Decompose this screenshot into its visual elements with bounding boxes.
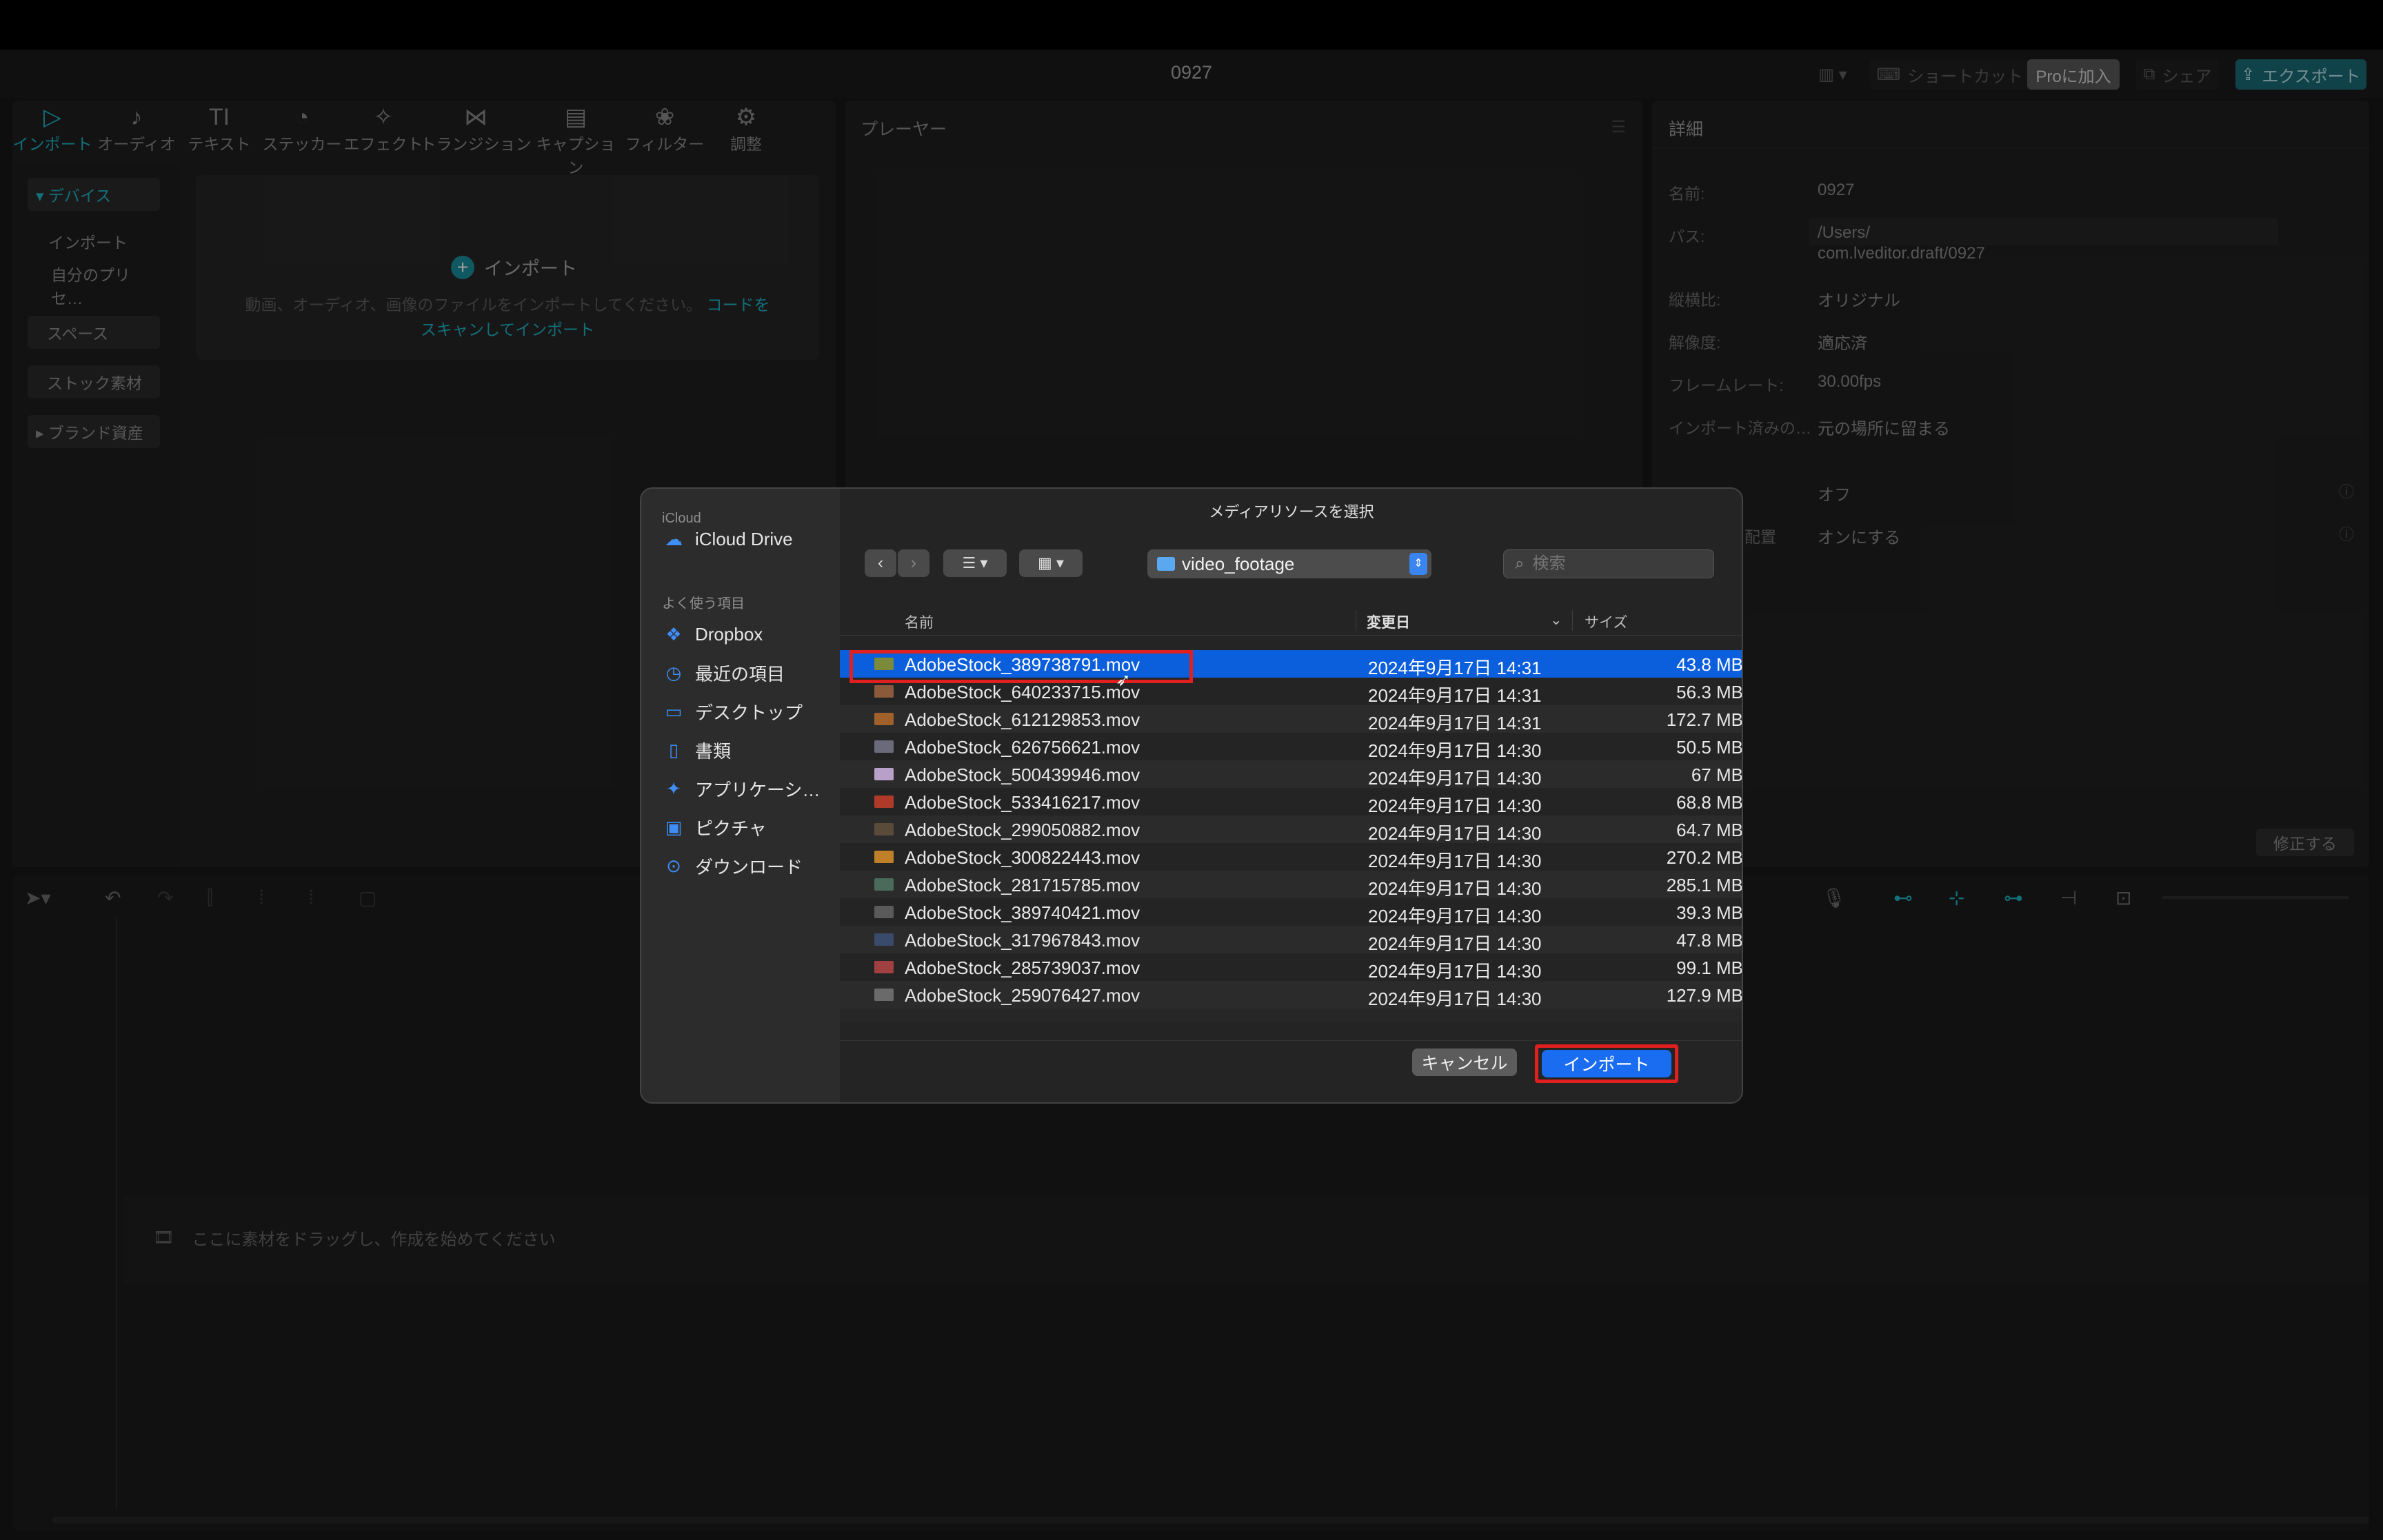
file-row[interactable]: AdobeStock_317967843.mov 2024年9月17日 14:3… bbox=[840, 926, 1742, 954]
back-button[interactable]: ‹ bbox=[865, 549, 896, 577]
sidebar-item-recents[interactable]: ◷ 最近の項目 bbox=[662, 656, 785, 690]
video-thumbnail bbox=[874, 878, 894, 891]
search-icon: ⌕ bbox=[1515, 554, 1525, 573]
grid-icon: ▦ ▾ bbox=[1038, 554, 1064, 571]
cancel-button[interactable]: キャンセル bbox=[1412, 1048, 1517, 1076]
sidebar-item-applications[interactable]: ✦ アプリケーシ… bbox=[662, 771, 820, 806]
column-header: 名前 変更日 ⌄ サイズ bbox=[840, 605, 1742, 636]
file-row[interactable]: AdobeStock_626756621.mov 2024年9月17日 14:3… bbox=[840, 733, 1742, 761]
video-thumbnail bbox=[874, 796, 894, 808]
forward-button[interactable]: › bbox=[898, 549, 929, 577]
chevron-right-icon: › bbox=[911, 554, 916, 572]
video-thumbnail bbox=[874, 823, 894, 835]
desktop-icon: ▭ bbox=[665, 700, 683, 722]
video-thumbnail bbox=[874, 768, 894, 780]
highlight-selected-file bbox=[849, 650, 1193, 683]
video-thumbnail bbox=[874, 906, 894, 918]
grid-view-button[interactable]: ▦ ▾ bbox=[1019, 549, 1083, 577]
sidebar-item-downloads[interactable]: ⊙ ダウンロード bbox=[662, 849, 803, 883]
menu-bar bbox=[0, 0, 2383, 50]
file-row-partial[interactable] bbox=[840, 1009, 1742, 1022]
document-icon: ▯ bbox=[668, 739, 679, 760]
sidebar-item-desktop[interactable]: ▭ デスクトップ bbox=[662, 694, 803, 729]
favorites-header: よく使う項目 bbox=[662, 596, 745, 611]
dialog-main: メディアリソースを選択 ‹ › ☰ ▾ ▦ ▾ video_footage ⇕ … bbox=[840, 489, 1742, 1102]
sort-chevron-icon: ⌄ bbox=[1550, 612, 1562, 628]
file-row[interactable]: AdobeStock_389740421.mov 2024年9月17日 14:3… bbox=[840, 898, 1742, 926]
file-list: AdobeStock_389738791.mov 2024年9月17日 14:3… bbox=[840, 650, 1742, 1035]
video-thumbnail bbox=[874, 989, 894, 1001]
video-thumbnail bbox=[874, 713, 894, 725]
video-thumbnail bbox=[874, 685, 894, 698]
video-thumbnail bbox=[874, 961, 894, 973]
column-name[interactable]: 名前 bbox=[905, 611, 934, 632]
search-input[interactable] bbox=[1531, 554, 1686, 574]
list-icon: ☰ ▾ bbox=[962, 554, 988, 571]
dropbox-icon: ❖ bbox=[665, 623, 682, 645]
file-row[interactable]: AdobeStock_259076427.mov 2024年9月17日 14:3… bbox=[840, 981, 1742, 1009]
file-row[interactable]: AdobeStock_299050882.mov 2024年9月17日 14:3… bbox=[840, 815, 1742, 844]
sidebar-item-icloud-drive[interactable]: ☁ iCloud Drive bbox=[662, 522, 793, 556]
video-thumbnail bbox=[874, 933, 894, 946]
video-thumbnail bbox=[874, 851, 894, 863]
sidebar-item-pictures[interactable]: ▣ ピクチャ bbox=[662, 810, 767, 844]
updown-chevron-icon: ⇕ bbox=[1409, 553, 1427, 575]
applications-icon: ✦ bbox=[666, 778, 681, 799]
file-picker-dialog: iCloud ☁ iCloud Drive よく使う項目 ❖ Dropbox ◷… bbox=[640, 487, 1743, 1104]
import-confirm-button[interactable]: インポート bbox=[1542, 1050, 1671, 1077]
column-date[interactable]: 変更日 bbox=[1367, 611, 1410, 632]
download-icon: ⊙ bbox=[666, 855, 681, 876]
sidebar-item-dropbox[interactable]: ❖ Dropbox bbox=[662, 617, 763, 651]
video-thumbnail bbox=[874, 740, 894, 753]
file-row[interactable]: AdobeStock_285739037.mov 2024年9月17日 14:3… bbox=[840, 953, 1742, 982]
folder-icon bbox=[1157, 557, 1175, 571]
column-size[interactable]: サイズ bbox=[1585, 611, 1627, 632]
dialog-sidebar: iCloud ☁ iCloud Drive よく使う項目 ❖ Dropbox ◷… bbox=[641, 489, 840, 1102]
sidebar-item-documents[interactable]: ▯ 書類 bbox=[662, 733, 731, 767]
divider bbox=[840, 1040, 1742, 1041]
file-row[interactable]: AdobeStock_533416217.mov 2024年9月17日 14:3… bbox=[840, 788, 1742, 816]
clock-icon: ◷ bbox=[665, 662, 682, 683]
chevron-left-icon: ‹ bbox=[878, 554, 883, 572]
cursor-icon: ➶ bbox=[1116, 669, 1131, 690]
column-divider bbox=[1572, 610, 1573, 631]
pictures-icon: ▣ bbox=[665, 816, 683, 838]
search-field[interactable]: ⌕ bbox=[1503, 549, 1714, 578]
folder-select[interactable]: video_footage ⇕ bbox=[1147, 549, 1431, 578]
file-row[interactable]: AdobeStock_612129853.mov 2024年9月17日 14:3… bbox=[840, 705, 1742, 733]
file-row[interactable]: AdobeStock_281715785.mov 2024年9月17日 14:3… bbox=[840, 871, 1742, 899]
dialog-title: メディアリソースを選択 bbox=[1209, 503, 1374, 520]
file-row[interactable]: AdobeStock_300822443.mov 2024年9月17日 14:3… bbox=[840, 843, 1742, 871]
list-view-button[interactable]: ☰ ▾ bbox=[943, 549, 1007, 577]
cloud-icon: ☁ bbox=[665, 528, 683, 549]
file-row[interactable]: AdobeStock_500439946.mov 2024年9月17日 14:3… bbox=[840, 760, 1742, 789]
